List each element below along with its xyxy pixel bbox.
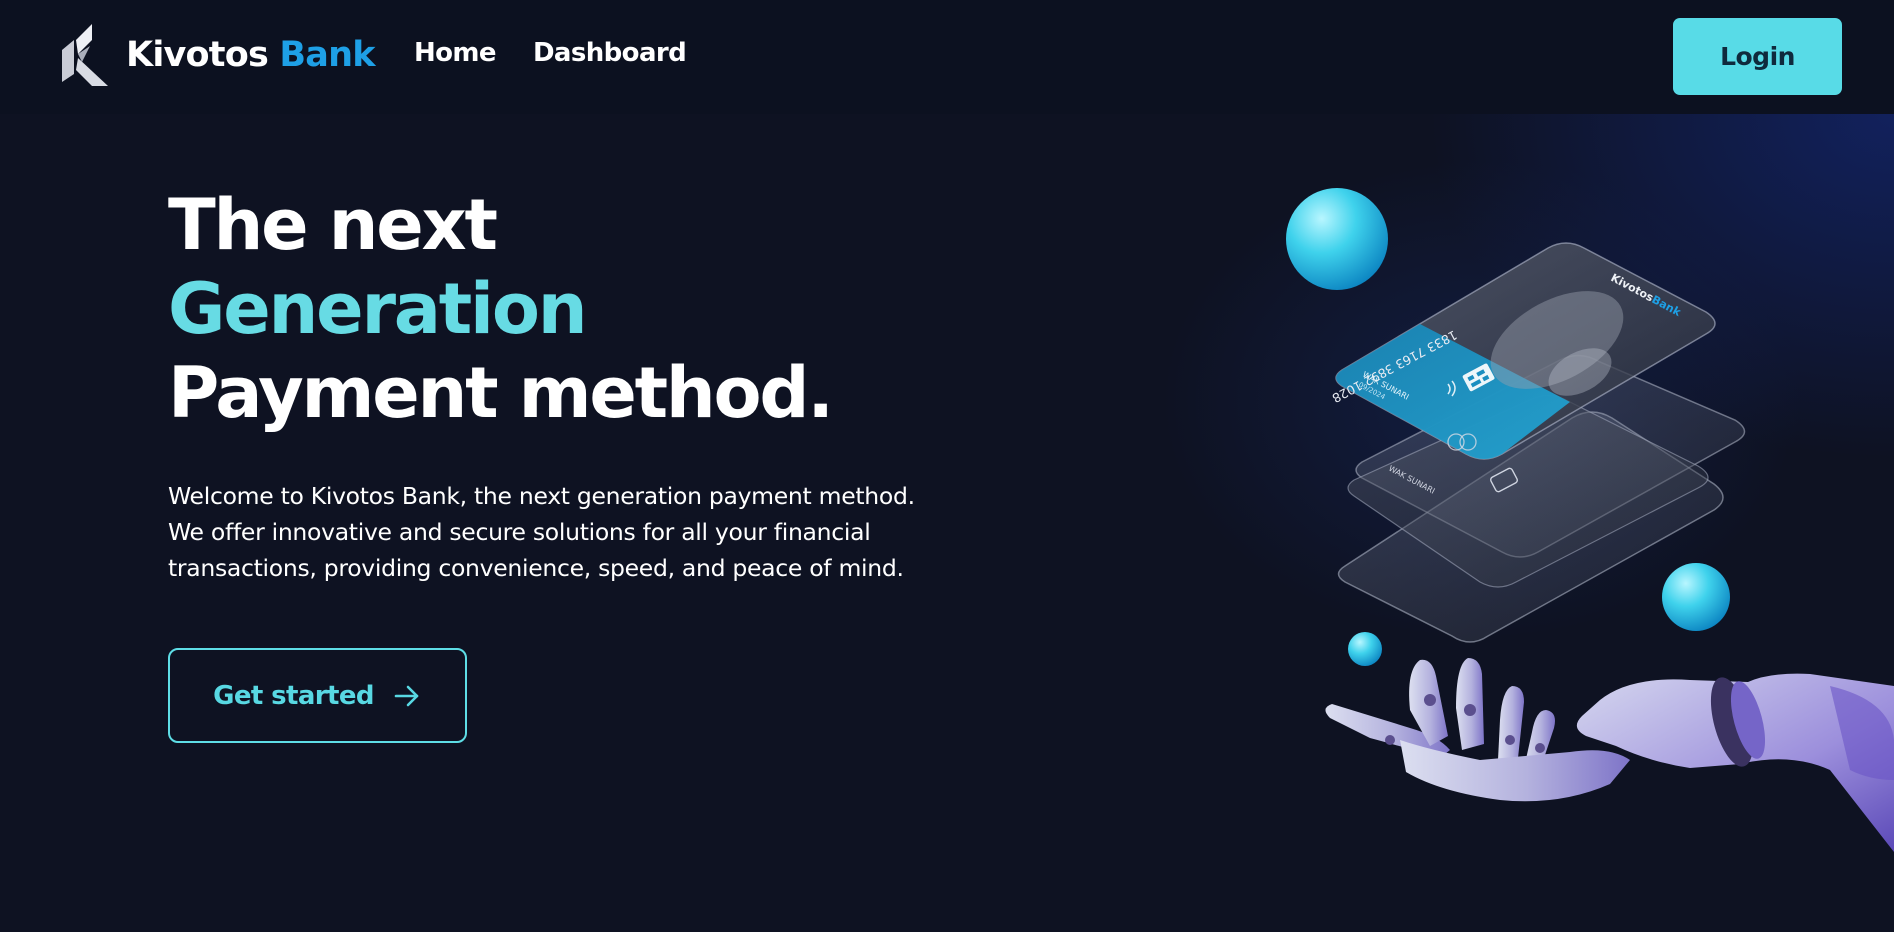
nav-link-home[interactable]: Home: [414, 38, 497, 68]
get-started-button[interactable]: Get started: [168, 648, 467, 743]
main-nav: Home Dashboard: [414, 38, 687, 68]
brand-name-accent: Bank: [279, 35, 375, 75]
headline-line-3: Payment method.: [168, 352, 834, 434]
top-navbar: Kivotos Bank Home Dashboard Login: [0, 0, 1894, 114]
headline-line-2-accent: Generation: [168, 268, 588, 350]
hero-section: The next Generation Payment method. Welc…: [168, 183, 968, 586]
brand-name-primary: Kivotos: [126, 35, 269, 75]
login-button[interactable]: Login: [1673, 18, 1842, 95]
description-line-1: Welcome to Kivotos Bank, the next genera…: [168, 482, 915, 510]
description-line-3: transactions, providing convenience, spe…: [168, 554, 904, 582]
hero-illustration: WAK SUNARI 1833 7163 3892 1028 KivotosBa…: [1270, 180, 1894, 860]
robot-hand: [1325, 658, 1894, 852]
kivotos-logo-icon: [62, 24, 108, 86]
hero-headline: The next Generation Payment method.: [168, 183, 968, 435]
brand-name: Kivotos Bank: [126, 35, 375, 75]
brand-logo-link[interactable]: Kivotos Bank: [62, 24, 375, 86]
hero-description: Welcome to Kivotos Bank, the next genera…: [168, 478, 968, 586]
get-started-label: Get started: [213, 680, 374, 711]
headline-line-1: The next: [168, 184, 498, 266]
landing-page: Kivotos Bank Home Dashboard Login The ne…: [0, 0, 1894, 932]
sphere-small: [1348, 632, 1382, 666]
nav-link-dashboard[interactable]: Dashboard: [533, 38, 687, 68]
description-line-2: We offer innovative and secure solutions…: [168, 518, 871, 546]
cards-and-robot-hand-illustration: WAK SUNARI 1833 7163 3892 1028 KivotosBa…: [1286, 188, 1894, 852]
sphere-large: [1286, 188, 1388, 290]
sphere-medium: [1662, 563, 1730, 631]
arrow-right-icon: [394, 685, 419, 706]
